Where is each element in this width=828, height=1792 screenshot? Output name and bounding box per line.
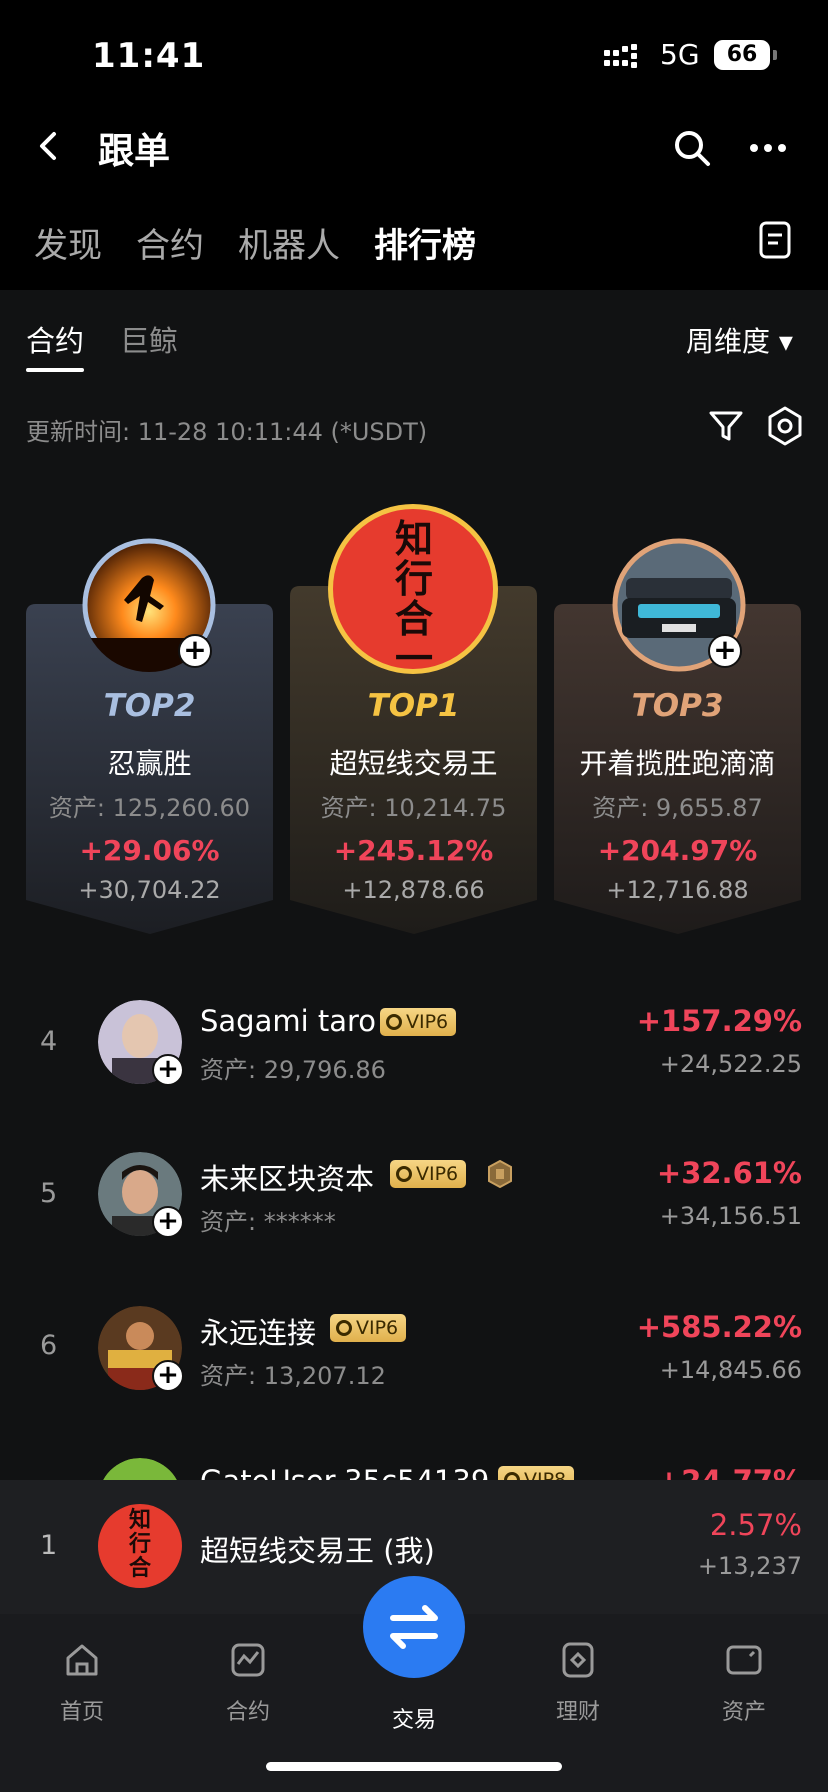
avatar-calligraphy: 知行合一	[128, 1507, 151, 1588]
subtab-contract[interactable]: 合约	[26, 318, 84, 360]
battery-icon: 66	[714, 40, 777, 70]
podium-asset: 资产: 125,260.60	[48, 794, 251, 822]
avatar-calligraphy: 知行合一	[394, 516, 433, 674]
rank-number: 5	[40, 1178, 58, 1209]
nav-label: 资产	[721, 1700, 766, 1725]
active-subtab-indicator	[26, 368, 84, 372]
trader-name[interactable]: Sagami taro	[200, 1004, 376, 1038]
podium-name: 忍赢胜	[107, 747, 192, 780]
back-arrow-icon[interactable]	[30, 126, 70, 166]
update-time: 更新时间: 11-28 10:11:44 (*USDT)	[26, 418, 428, 446]
rank-number: 6	[40, 1330, 58, 1361]
follow-plus-icon[interactable]: +	[708, 634, 742, 668]
trader-return-pct: +32.61%	[656, 1156, 802, 1190]
nav-home[interactable]: 首页	[22, 1640, 142, 1726]
vip-badge: VIP6	[380, 1008, 457, 1036]
tab-discover[interactable]: 发现	[34, 218, 102, 267]
podium-pnl: +12,878.66	[342, 876, 485, 904]
podium-name: 超短线交易王	[329, 747, 498, 780]
nav-label: 交易	[391, 1708, 436, 1733]
nav-contract[interactable]: 合约	[188, 1640, 308, 1726]
swap-icon	[390, 1605, 438, 1649]
page-title: 跟单	[98, 131, 171, 172]
trader-asset: 资产: 29,796.86	[200, 1056, 386, 1084]
my-return-pct: 2.57%	[709, 1508, 802, 1542]
subtab-whale[interactable]: 巨鲸	[120, 318, 178, 360]
podium-pnl: +30,704.22	[78, 876, 221, 904]
follow-plus-icon[interactable]: +	[152, 1360, 184, 1392]
signal-icon	[604, 44, 637, 68]
podium-rank-label: TOP2	[103, 688, 196, 724]
nav-label: 理财	[555, 1700, 600, 1725]
trader-pnl: +14,845.66	[659, 1356, 802, 1384]
avatar[interactable]: 知行合一	[328, 504, 498, 674]
podium-return-pct: +204.97%	[597, 834, 758, 867]
my-rank-number: 1	[40, 1530, 58, 1561]
settings-icon[interactable]	[764, 404, 806, 448]
podium-asset: 资产: 10,214.75	[320, 794, 507, 822]
finance-icon	[562, 1642, 594, 1678]
nav-finance[interactable]: 理财	[518, 1640, 638, 1726]
tab-leaderboard[interactable]: 排行榜	[374, 218, 476, 267]
trader-pnl: +24,522.25	[659, 1050, 802, 1078]
trade-button[interactable]	[363, 1576, 465, 1678]
podium-asset: 资产: 9,655.87	[592, 794, 763, 822]
podium-name: 开着揽胜跑滴滴	[579, 747, 776, 780]
follow-plus-icon[interactable]: +	[178, 634, 212, 668]
my-pnl: +13,237	[697, 1552, 802, 1580]
follow-plus-icon[interactable]: +	[152, 1054, 184, 1086]
podium-return-pct: +245.12%	[333, 834, 494, 867]
trader-pnl: +34,156.51	[659, 1202, 802, 1230]
trader-asset: 资产: ******	[200, 1208, 336, 1236]
podium-pnl: +12,716.88	[606, 876, 749, 904]
medal-icon	[488, 1160, 512, 1188]
home-icon	[66, 1644, 98, 1676]
tab-robot[interactable]: 机器人	[238, 218, 340, 267]
period-dropdown[interactable]: 周维度 ▾	[686, 320, 793, 360]
nav-label: 首页	[59, 1700, 104, 1725]
trader-return-pct: +585.22%	[636, 1310, 802, 1344]
search-icon[interactable]	[670, 126, 714, 170]
vip-badge: VIP6	[390, 1160, 467, 1188]
follow-plus-icon[interactable]: +	[152, 1206, 184, 1238]
my-name: 超短线交易王 (我)	[200, 1534, 435, 1568]
more-icon[interactable]	[746, 126, 790, 170]
tab-contract[interactable]: 合约	[136, 218, 204, 267]
rank-number: 4	[40, 1026, 58, 1057]
wallet-icon	[726, 1645, 762, 1675]
filter-icon[interactable]	[706, 406, 746, 446]
trader-name[interactable]: 永远连接	[200, 1310, 316, 1352]
trader-asset: 资产: 13,207.12	[200, 1362, 386, 1390]
trader-name[interactable]: 未来区块资本	[200, 1156, 374, 1198]
document-icon[interactable]	[756, 220, 794, 260]
podium-rank-label: TOP3	[631, 688, 724, 724]
nav-assets[interactable]: 资产	[684, 1640, 804, 1726]
status-time: 11:41	[92, 36, 206, 76]
trader-return-pct: +157.29%	[636, 1004, 802, 1038]
network-type: 5G	[660, 38, 700, 71]
podium-return-pct: +29.06%	[79, 834, 220, 867]
podium-rank-label: TOP1	[367, 688, 460, 724]
nav-label: 合约	[225, 1700, 270, 1725]
nav-trade[interactable]: 交易	[354, 1692, 474, 1734]
chart-icon	[231, 1643, 265, 1677]
my-avatar[interactable]: 知行合一	[98, 1504, 182, 1588]
home-indicator	[266, 1762, 562, 1771]
vip-badge: VIP6	[330, 1314, 407, 1342]
